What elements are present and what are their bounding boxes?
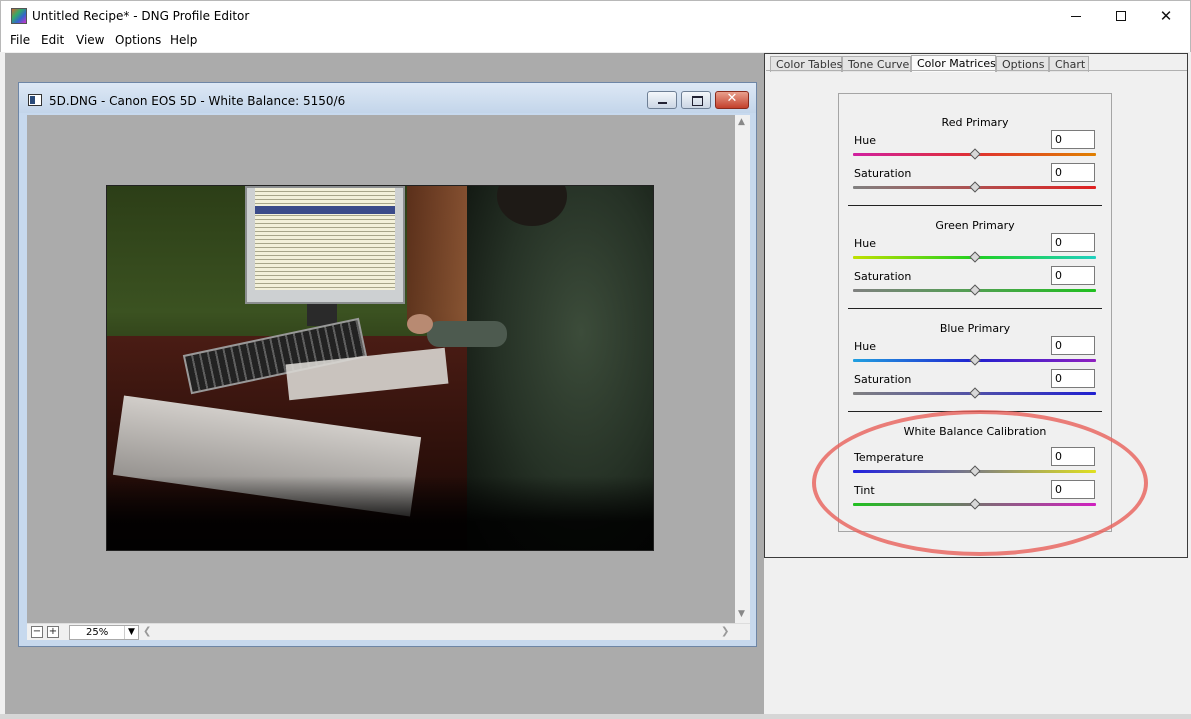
- green-saturation-label: Saturation: [854, 270, 912, 283]
- blue-hue-label: Hue: [854, 340, 877, 353]
- close-icon: ✕: [726, 91, 738, 106]
- menu-bar: File Edit View Options Help: [0, 30, 1191, 52]
- blue-hue-input[interactable]: 0: [1051, 336, 1095, 355]
- tab-divider: [766, 70, 1187, 71]
- separator: [848, 308, 1102, 309]
- green-hue-label: Hue: [854, 237, 877, 250]
- minimize-icon: [1071, 15, 1081, 17]
- close-button[interactable]: ✕: [1143, 1, 1189, 31]
- menu-options[interactable]: Options: [115, 33, 161, 47]
- close-icon: ✕: [1159, 6, 1173, 25]
- image-close-button[interactable]: ✕: [715, 91, 749, 109]
- menu-file[interactable]: File: [10, 33, 30, 47]
- minimize-button[interactable]: [1053, 1, 1099, 31]
- image-window-title: 5D.DNG - Canon EOS 5D - White Balance: 5…: [49, 94, 346, 108]
- app-title: Untitled Recipe* - DNG Profile Editor: [32, 9, 250, 23]
- blue-primary-title: Blue Primary: [939, 322, 1011, 335]
- photo-hand: [407, 314, 433, 334]
- photo-screen-bar: [255, 206, 395, 214]
- red-hue-input[interactable]: 0: [1051, 130, 1095, 149]
- app-titlebar: Untitled Recipe* - DNG Profile Editor ✕: [0, 0, 1191, 30]
- photo-screen: [255, 188, 395, 290]
- zoom-in-button[interactable]: +: [47, 626, 59, 638]
- image-restore-button[interactable]: [681, 91, 711, 109]
- photo-monitor: [245, 186, 405, 304]
- photo-arm: [427, 321, 507, 347]
- red-saturation-label: Saturation: [854, 167, 912, 180]
- zoom-select[interactable]: 25% ▼: [69, 625, 139, 640]
- image-statusbar: − + 25% ▼ ❮ ❯: [27, 623, 750, 640]
- green-hue-thumb[interactable]: [969, 251, 981, 263]
- red-hue-label: Hue: [854, 134, 877, 147]
- menu-edit[interactable]: Edit: [41, 33, 64, 47]
- menu-help[interactable]: Help: [170, 33, 197, 47]
- bottom-strip: [0, 714, 1191, 719]
- blue-hue-thumb[interactable]: [969, 354, 981, 366]
- green-saturation-input[interactable]: 0: [1051, 266, 1095, 285]
- vertical-scrollbar[interactable]: ▲ ▼: [735, 115, 750, 623]
- image-window-titlebar[interactable]: 5D.DNG - Canon EOS 5D - White Balance: 5…: [19, 83, 756, 113]
- zoom-value: 25%: [86, 627, 109, 638]
- app-icon: [11, 8, 27, 24]
- red-primary-title: Red Primary: [941, 116, 1009, 129]
- separator: [848, 205, 1102, 206]
- green-hue-input[interactable]: 0: [1051, 233, 1095, 252]
- photo-shadow: [107, 476, 653, 550]
- scroll-down-icon[interactable]: ▼: [738, 609, 745, 619]
- scroll-left-icon[interactable]: ❮: [143, 626, 151, 637]
- blue-saturation-thumb[interactable]: [969, 387, 981, 399]
- zoom-out-button[interactable]: −: [31, 626, 43, 638]
- chevron-down-icon: ▼: [124, 626, 138, 639]
- red-saturation-input[interactable]: 0: [1051, 163, 1095, 182]
- maximize-icon: [1116, 11, 1126, 21]
- document-icon: [28, 94, 42, 106]
- scroll-right-icon[interactable]: ❯: [721, 626, 729, 637]
- red-hue-thumb[interactable]: [969, 148, 981, 160]
- red-saturation-thumb[interactable]: [969, 181, 981, 193]
- blue-saturation-label: Saturation: [854, 373, 912, 386]
- scroll-up-icon[interactable]: ▲: [738, 117, 745, 127]
- blue-saturation-input[interactable]: 0: [1051, 369, 1095, 388]
- menu-view[interactable]: View: [76, 33, 104, 47]
- green-saturation-thumb[interactable]: [969, 284, 981, 296]
- maximize-button[interactable]: [1098, 1, 1144, 31]
- green-primary-title: Green Primary: [935, 219, 1015, 232]
- photo-preview: [106, 185, 654, 551]
- annotation-ellipse: [812, 410, 1148, 556]
- image-minimize-button[interactable]: [647, 91, 677, 109]
